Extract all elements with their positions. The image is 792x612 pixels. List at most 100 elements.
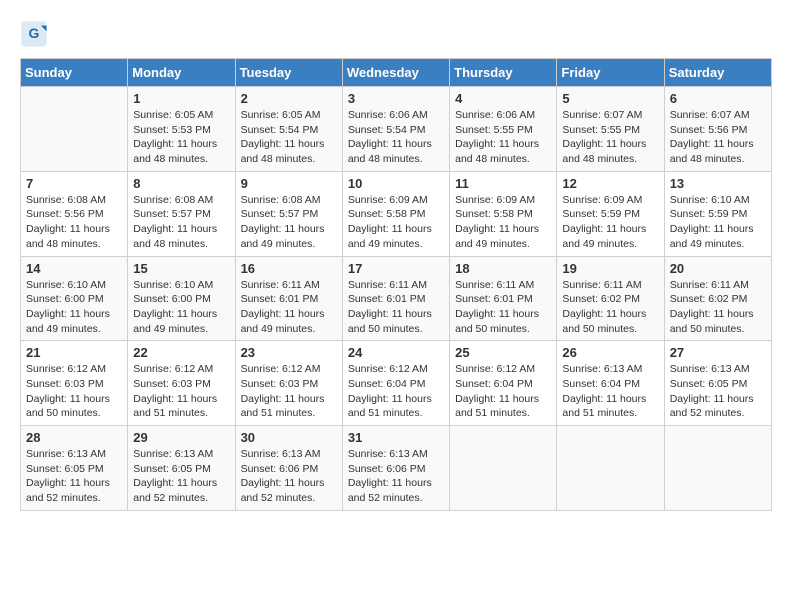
- day-number: 13: [670, 176, 766, 191]
- day-info: Sunrise: 6:12 AM Sunset: 6:03 PM Dayligh…: [241, 362, 337, 421]
- calendar-cell: 21 Sunrise: 6:12 AM Sunset: 6:03 PM Dayli…: [21, 341, 128, 426]
- day-number: 22: [133, 345, 229, 360]
- day-info: Sunrise: 6:11 AM Sunset: 6:01 PM Dayligh…: [348, 278, 444, 337]
- calendar-cell: 16 Sunrise: 6:11 AM Sunset: 6:01 PM Dayli…: [235, 256, 342, 341]
- calendar-cell: 26 Sunrise: 6:13 AM Sunset: 6:04 PM Dayli…: [557, 341, 664, 426]
- calendar-cell: 22 Sunrise: 6:12 AM Sunset: 6:03 PM Dayli…: [128, 341, 235, 426]
- calendar-cell: 4 Sunrise: 6:06 AM Sunset: 5:55 PM Daylig…: [450, 87, 557, 172]
- day-number: 27: [670, 345, 766, 360]
- day-number: 2: [241, 91, 337, 106]
- calendar-week-5: 28 Sunrise: 6:13 AM Sunset: 6:05 PM Dayli…: [21, 426, 772, 511]
- day-number: 23: [241, 345, 337, 360]
- logo-icon: G: [20, 20, 48, 48]
- calendar-cell: 5 Sunrise: 6:07 AM Sunset: 5:55 PM Daylig…: [557, 87, 664, 172]
- day-number: 15: [133, 261, 229, 276]
- day-info: Sunrise: 6:13 AM Sunset: 6:05 PM Dayligh…: [670, 362, 766, 421]
- calendar-cell: 6 Sunrise: 6:07 AM Sunset: 5:56 PM Daylig…: [664, 87, 771, 172]
- calendar-cell: 10Sunrise: 6:09 AM Sunset: 5:58 PM Dayli…: [342, 171, 449, 256]
- day-info: Sunrise: 6:05 AM Sunset: 5:53 PM Dayligh…: [133, 108, 229, 167]
- day-info: Sunrise: 6:08 AM Sunset: 5:57 PM Dayligh…: [241, 193, 337, 252]
- day-info: Sunrise: 6:13 AM Sunset: 6:05 PM Dayligh…: [133, 447, 229, 506]
- day-info: Sunrise: 6:13 AM Sunset: 6:06 PM Dayligh…: [348, 447, 444, 506]
- calendar-table: SundayMondayTuesdayWednesdayThursdayFrid…: [20, 58, 772, 511]
- day-info: Sunrise: 6:10 AM Sunset: 5:59 PM Dayligh…: [670, 193, 766, 252]
- day-number: 24: [348, 345, 444, 360]
- day-info: Sunrise: 6:12 AM Sunset: 6:04 PM Dayligh…: [455, 362, 551, 421]
- calendar-cell: [450, 426, 557, 511]
- day-number: 30: [241, 430, 337, 445]
- day-info: Sunrise: 6:07 AM Sunset: 5:55 PM Dayligh…: [562, 108, 658, 167]
- day-info: Sunrise: 6:10 AM Sunset: 6:00 PM Dayligh…: [26, 278, 122, 337]
- calendar-header-row: SundayMondayTuesdayWednesdayThursdayFrid…: [21, 59, 772, 87]
- calendar-cell: 18Sunrise: 6:11 AM Sunset: 6:01 PM Dayli…: [450, 256, 557, 341]
- day-info: Sunrise: 6:12 AM Sunset: 6:03 PM Dayligh…: [133, 362, 229, 421]
- calendar-cell: 17 Sunrise: 6:11 AM Sunset: 6:01 PM Dayli…: [342, 256, 449, 341]
- calendar-cell: 9 Sunrise: 6:08 AM Sunset: 5:57 PM Daylig…: [235, 171, 342, 256]
- calendar-week-3: 14Sunrise: 6:10 AM Sunset: 6:00 PM Dayli…: [21, 256, 772, 341]
- day-header-wednesday: Wednesday: [342, 59, 449, 87]
- calendar-week-2: 7 Sunrise: 6:08 AM Sunset: 5:56 PM Daylig…: [21, 171, 772, 256]
- calendar-cell: 12Sunrise: 6:09 AM Sunset: 5:59 PM Dayli…: [557, 171, 664, 256]
- day-number: 7: [26, 176, 122, 191]
- day-header-friday: Friday: [557, 59, 664, 87]
- day-number: 28: [26, 430, 122, 445]
- logo: G: [20, 20, 52, 48]
- calendar-cell: 30 Sunrise: 6:13 AM Sunset: 6:06 PM Dayli…: [235, 426, 342, 511]
- calendar-cell: 7 Sunrise: 6:08 AM Sunset: 5:56 PM Daylig…: [21, 171, 128, 256]
- day-number: 25: [455, 345, 551, 360]
- calendar-cell: [557, 426, 664, 511]
- day-info: Sunrise: 6:13 AM Sunset: 6:04 PM Dayligh…: [562, 362, 658, 421]
- day-info: Sunrise: 6:06 AM Sunset: 5:55 PM Dayligh…: [455, 108, 551, 167]
- day-number: 4: [455, 91, 551, 106]
- calendar-cell: 11Sunrise: 6:09 AM Sunset: 5:58 PM Dayli…: [450, 171, 557, 256]
- calendar-cell: 20 Sunrise: 6:11 AM Sunset: 6:02 PM Dayli…: [664, 256, 771, 341]
- calendar-cell: 23 Sunrise: 6:12 AM Sunset: 6:03 PM Dayli…: [235, 341, 342, 426]
- day-number: 8: [133, 176, 229, 191]
- day-number: 9: [241, 176, 337, 191]
- day-number: 29: [133, 430, 229, 445]
- day-info: Sunrise: 6:11 AM Sunset: 6:02 PM Dayligh…: [562, 278, 658, 337]
- calendar-cell: 28 Sunrise: 6:13 AM Sunset: 6:05 PM Dayli…: [21, 426, 128, 511]
- calendar-cell: 1Sunrise: 6:05 AM Sunset: 5:53 PM Daylig…: [128, 87, 235, 172]
- calendar-cell: 29 Sunrise: 6:13 AM Sunset: 6:05 PM Dayli…: [128, 426, 235, 511]
- day-header-thursday: Thursday: [450, 59, 557, 87]
- day-info: Sunrise: 6:12 AM Sunset: 6:03 PM Dayligh…: [26, 362, 122, 421]
- day-number: 12: [562, 176, 658, 191]
- calendar-cell: 15 Sunrise: 6:10 AM Sunset: 6:00 PM Dayli…: [128, 256, 235, 341]
- day-number: 31: [348, 430, 444, 445]
- day-info: Sunrise: 6:06 AM Sunset: 5:54 PM Dayligh…: [348, 108, 444, 167]
- calendar-cell: 2 Sunrise: 6:05 AM Sunset: 5:54 PM Daylig…: [235, 87, 342, 172]
- day-number: 16: [241, 261, 337, 276]
- day-info: Sunrise: 6:13 AM Sunset: 6:06 PM Dayligh…: [241, 447, 337, 506]
- calendar-cell: 24 Sunrise: 6:12 AM Sunset: 6:04 PM Dayli…: [342, 341, 449, 426]
- calendar-cell: 19 Sunrise: 6:11 AM Sunset: 6:02 PM Dayli…: [557, 256, 664, 341]
- calendar-cell: 14Sunrise: 6:10 AM Sunset: 6:00 PM Dayli…: [21, 256, 128, 341]
- day-info: Sunrise: 6:13 AM Sunset: 6:05 PM Dayligh…: [26, 447, 122, 506]
- day-info: Sunrise: 6:11 AM Sunset: 6:02 PM Dayligh…: [670, 278, 766, 337]
- day-number: 19: [562, 261, 658, 276]
- day-info: Sunrise: 6:11 AM Sunset: 6:01 PM Dayligh…: [241, 278, 337, 337]
- day-info: Sunrise: 6:09 AM Sunset: 5:58 PM Dayligh…: [348, 193, 444, 252]
- day-info: Sunrise: 6:10 AM Sunset: 6:00 PM Dayligh…: [133, 278, 229, 337]
- day-info: Sunrise: 6:12 AM Sunset: 6:04 PM Dayligh…: [348, 362, 444, 421]
- calendar-cell: 13 Sunrise: 6:10 AM Sunset: 5:59 PM Dayli…: [664, 171, 771, 256]
- day-number: 6: [670, 91, 766, 106]
- day-number: 3: [348, 91, 444, 106]
- day-header-sunday: Sunday: [21, 59, 128, 87]
- day-header-saturday: Saturday: [664, 59, 771, 87]
- day-number: 20: [670, 261, 766, 276]
- day-number: 17: [348, 261, 444, 276]
- day-info: Sunrise: 6:05 AM Sunset: 5:54 PM Dayligh…: [241, 108, 337, 167]
- calendar-cell: 8Sunrise: 6:08 AM Sunset: 5:57 PM Daylig…: [128, 171, 235, 256]
- calendar-cell: 31 Sunrise: 6:13 AM Sunset: 6:06 PM Dayli…: [342, 426, 449, 511]
- day-number: 21: [26, 345, 122, 360]
- day-header-monday: Monday: [128, 59, 235, 87]
- day-info: Sunrise: 6:09 AM Sunset: 5:58 PM Dayligh…: [455, 193, 551, 252]
- day-number: 26: [562, 345, 658, 360]
- day-info: Sunrise: 6:07 AM Sunset: 5:56 PM Dayligh…: [670, 108, 766, 167]
- calendar-week-1: 1Sunrise: 6:05 AM Sunset: 5:53 PM Daylig…: [21, 87, 772, 172]
- svg-text:G: G: [29, 25, 40, 41]
- day-header-tuesday: Tuesday: [235, 59, 342, 87]
- day-info: Sunrise: 6:08 AM Sunset: 5:56 PM Dayligh…: [26, 193, 122, 252]
- day-number: 5: [562, 91, 658, 106]
